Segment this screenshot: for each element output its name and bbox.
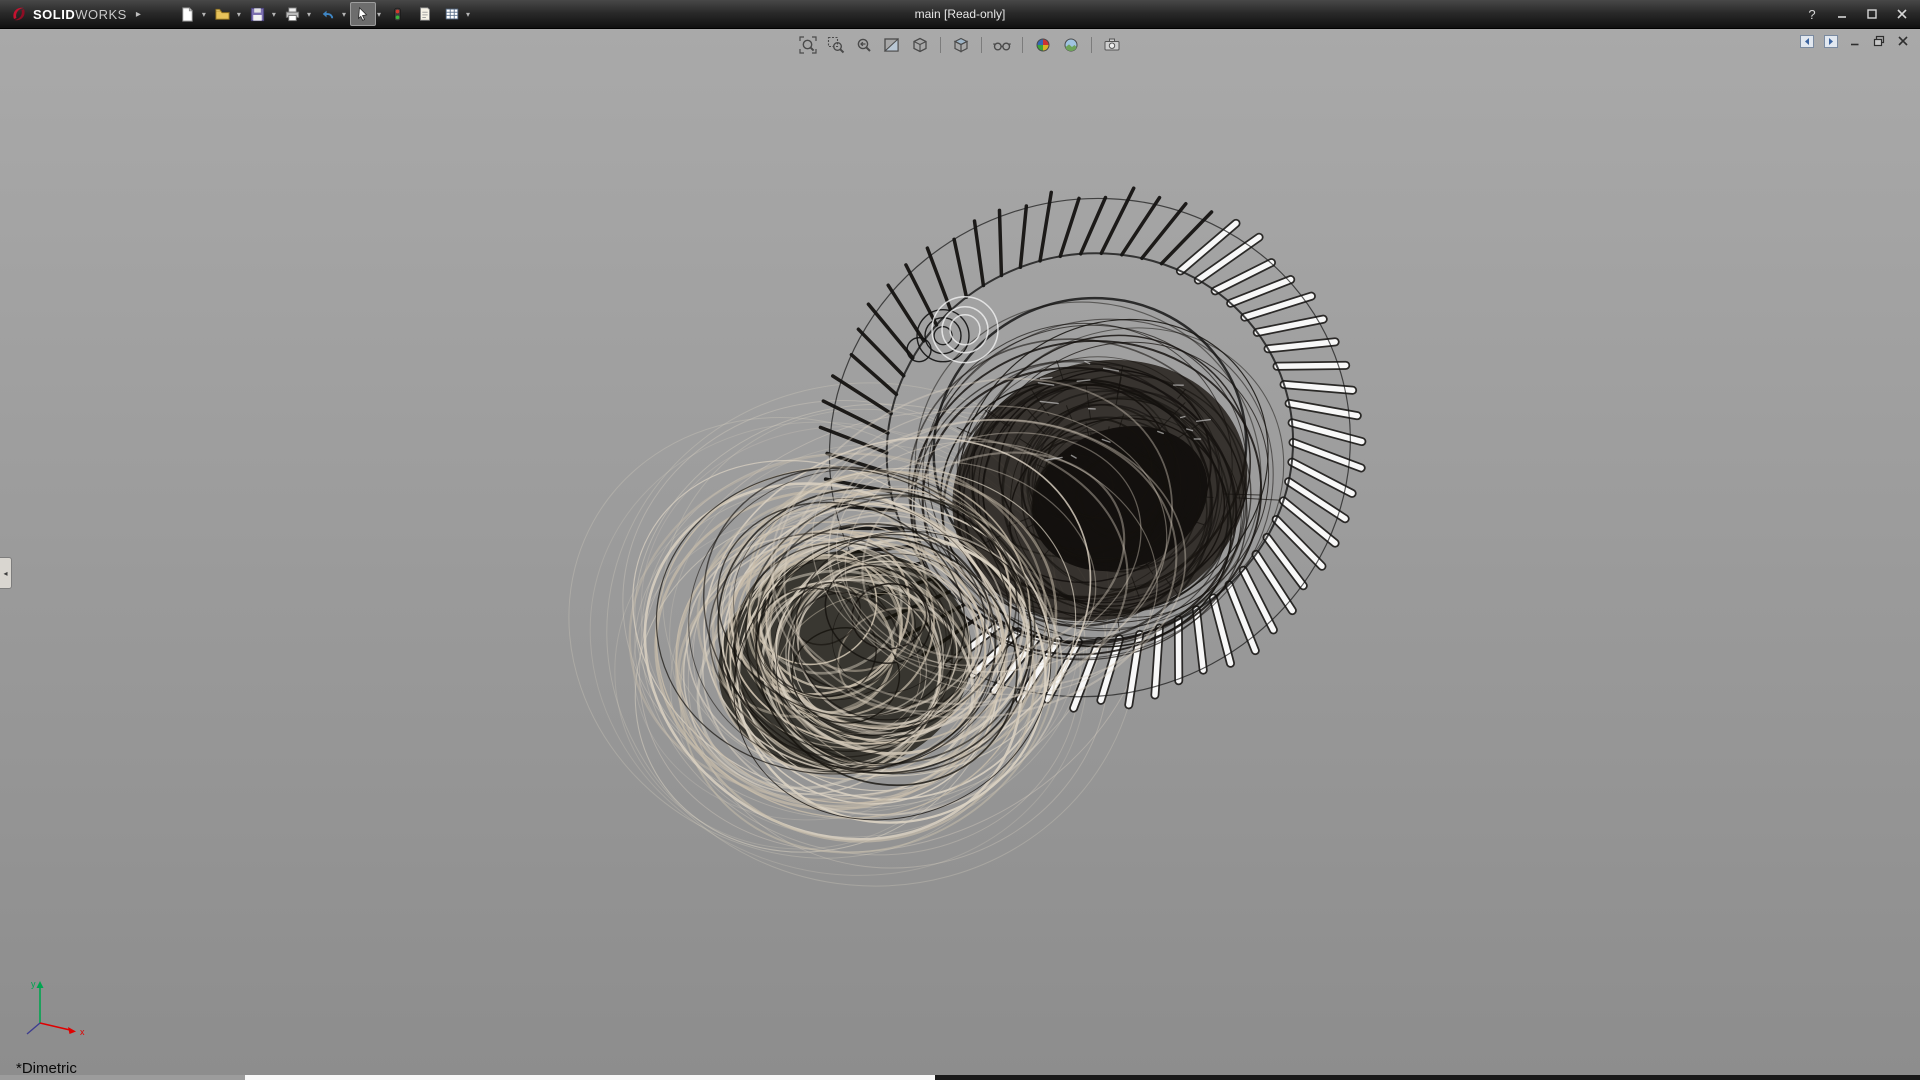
- save-button[interactable]: [245, 2, 271, 26]
- new-dropdown-arrow[interactable]: ▾: [202, 10, 206, 19]
- hud-separator: [940, 37, 941, 53]
- view-orientation-button[interactable]: [908, 33, 932, 57]
- hide-show-items-button[interactable]: [990, 33, 1014, 57]
- maximize-button[interactable]: [1864, 6, 1880, 22]
- bottom-strip-light: [245, 1075, 935, 1080]
- app-brand: SOLIDWORKS ▸: [0, 5, 153, 23]
- previous-window-button[interactable]: [1799, 34, 1814, 48]
- save-dropdown-arrow[interactable]: ▾: [272, 10, 276, 19]
- triad-x-label: x: [80, 1027, 85, 1037]
- help-icon: ?: [1808, 7, 1815, 22]
- minimize-icon: [1836, 8, 1848, 20]
- next-window-button[interactable]: [1823, 34, 1838, 48]
- new-document-icon: [179, 6, 196, 23]
- zoom-to-area-icon: [826, 35, 846, 55]
- display-style-button[interactable]: [949, 33, 973, 57]
- graphics-viewport[interactable]: ◂ y x *Dimetric: [0, 29, 1920, 1075]
- doc-close-button[interactable]: [1895, 34, 1910, 48]
- heads-up-toolbar: [796, 33, 1124, 57]
- help-button[interactable]: ?: [1804, 6, 1820, 22]
- new-document-button[interactable]: [175, 2, 201, 26]
- hide-show-glasses-icon: [992, 35, 1012, 55]
- previous-window-icon: [1800, 35, 1814, 48]
- edit-appearance-button[interactable]: [1031, 33, 1055, 57]
- display-style-icon: [951, 35, 971, 55]
- previous-view-button[interactable]: [852, 33, 876, 57]
- brand-solid: SOLID: [33, 7, 75, 22]
- doc-minimize-icon: [1849, 35, 1861, 47]
- file-properties-icon: [417, 6, 433, 22]
- collapse-arrow-icon: ◂: [3, 569, 7, 578]
- doc-close-icon: [1897, 35, 1909, 47]
- undo-button[interactable]: [315, 2, 341, 26]
- print-button[interactable]: [280, 2, 306, 26]
- options-table-icon: [444, 6, 460, 22]
- menu-expand-arrow[interactable]: ▸: [132, 7, 145, 22]
- bottom-edge-strip: [0, 1075, 1920, 1080]
- titlebar: SOLIDWORKS ▸ ▾ ▾ ▾: [0, 0, 1920, 29]
- doc-restore-icon: [1873, 35, 1885, 47]
- window-controls: ?: [1804, 6, 1920, 22]
- quick-access-toolbar: ▾ ▾ ▾ ▾: [175, 2, 473, 26]
- app-brand-text: SOLIDWORKS: [33, 7, 127, 22]
- file-properties-button[interactable]: [412, 2, 438, 26]
- apply-scene-icon: [1061, 35, 1081, 55]
- section-view-icon: [882, 35, 902, 55]
- doc-restore-button[interactable]: [1871, 34, 1886, 48]
- open-button[interactable]: [210, 2, 236, 26]
- reference-triad: y x: [18, 975, 92, 1041]
- feature-pane-collapse-tab[interactable]: ◂: [0, 557, 12, 589]
- close-button[interactable]: [1894, 6, 1910, 22]
- dassault-logo-icon: [10, 5, 28, 23]
- select-dropdown-arrow[interactable]: ▾: [377, 10, 381, 19]
- view-settings-button[interactable]: [1100, 33, 1124, 57]
- view-orientation-label: *Dimetric: [16, 1060, 77, 1075]
- hud-separator: [1022, 37, 1023, 53]
- zoom-to-fit-button[interactable]: [796, 33, 820, 57]
- section-view-button[interactable]: [880, 33, 904, 57]
- view-orientation-cube-icon: [910, 35, 930, 55]
- view-settings-camera-icon: [1102, 35, 1122, 55]
- undo-dropdown-arrow[interactable]: ▾: [342, 10, 346, 19]
- hud-separator: [1091, 37, 1092, 53]
- triad-y-label: y: [31, 979, 36, 989]
- previous-view-icon: [854, 35, 874, 55]
- doc-minimize-button[interactable]: [1847, 34, 1862, 48]
- next-window-icon: [1824, 35, 1838, 48]
- document-window-controls: [1799, 34, 1910, 48]
- rebuild-button[interactable]: [385, 2, 411, 26]
- edit-appearance-sphere-icon: [1033, 35, 1053, 55]
- maximize-icon: [1866, 8, 1878, 20]
- options-dropdown-arrow[interactable]: ▾: [466, 10, 470, 19]
- undo-icon: [319, 6, 336, 23]
- brand-works: WORKS: [75, 7, 127, 22]
- bottom-strip-gray: [0, 1075, 245, 1080]
- close-icon: [1896, 8, 1908, 20]
- select-cursor-icon: [355, 6, 371, 22]
- zoom-to-fit-icon: [798, 35, 818, 55]
- print-dropdown-arrow[interactable]: ▾: [307, 10, 311, 19]
- print-icon: [284, 6, 301, 23]
- wireframe-engine-model: [0, 29, 1920, 1075]
- zoom-to-area-button[interactable]: [824, 33, 848, 57]
- minimize-button[interactable]: [1834, 6, 1850, 22]
- options-button[interactable]: [439, 2, 465, 26]
- save-icon: [249, 6, 266, 23]
- rebuild-traffic-light-icon: [390, 6, 405, 23]
- select-tool-button[interactable]: [350, 2, 376, 26]
- bottom-strip-dark: [935, 1075, 1920, 1080]
- open-folder-icon: [214, 6, 231, 23]
- open-dropdown-arrow[interactable]: ▾: [237, 10, 241, 19]
- hud-separator: [981, 37, 982, 53]
- apply-scene-button[interactable]: [1059, 33, 1083, 57]
